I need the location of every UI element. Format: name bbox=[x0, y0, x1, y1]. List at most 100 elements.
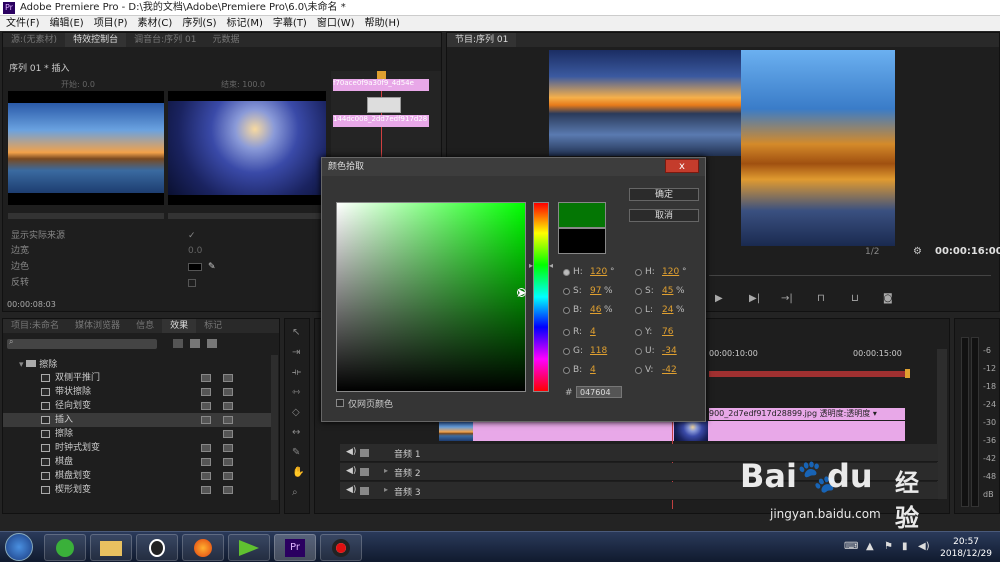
tab-info[interactable]: 信息 bbox=[128, 319, 162, 333]
sync-lock-icon[interactable] bbox=[360, 487, 369, 495]
ok-button[interactable]: 确定 bbox=[629, 188, 699, 201]
radio-hsl-s[interactable] bbox=[635, 288, 642, 295]
pen-tool-icon[interactable]: ✎ bbox=[292, 447, 300, 458]
transition-block[interactable] bbox=[367, 97, 401, 113]
bin-icon-yuv[interactable] bbox=[207, 339, 217, 348]
folder-wipe[interactable]: ▾ 擦除 bbox=[19, 357, 57, 370]
rolling-edit-tool-icon[interactable]: ⇿ bbox=[292, 387, 300, 398]
tab-effects[interactable]: 效果 bbox=[162, 319, 197, 333]
effects-scrollbar[interactable] bbox=[271, 355, 278, 500]
effect-item[interactable]: 楔形划变 bbox=[3, 483, 273, 497]
menu-marker[interactable]: 标记(M) bbox=[226, 16, 262, 31]
radio-bb[interactable] bbox=[563, 367, 570, 374]
taskbar-media-icon[interactable] bbox=[228, 534, 270, 561]
expand-arrow-icon[interactable]: ▾ bbox=[19, 360, 26, 370]
playhead-marker-icon[interactable] bbox=[377, 71, 386, 79]
insert-icon[interactable]: →| bbox=[781, 293, 793, 304]
menu-project[interactable]: 项目(P) bbox=[94, 16, 128, 31]
radio-g[interactable] bbox=[563, 348, 570, 355]
tab-effect-controls[interactable]: 特效控制台 bbox=[65, 33, 127, 47]
effects-search-input[interactable]: ⌕ bbox=[7, 337, 157, 349]
field-hsb-b[interactable]: 46 bbox=[590, 305, 601, 315]
reverse-checkbox[interactable] bbox=[188, 279, 196, 287]
menu-title[interactable]: 字幕(T) bbox=[273, 16, 307, 31]
hue-slider[interactable] bbox=[533, 202, 549, 392]
radio-u[interactable] bbox=[635, 348, 642, 355]
hex-input[interactable]: 047604 bbox=[576, 386, 622, 398]
step-forward-icon[interactable]: ▶| bbox=[749, 293, 760, 304]
track-select-tool-icon[interactable]: ⇥ bbox=[292, 347, 300, 358]
taskbar-explorer-icon[interactable] bbox=[90, 534, 132, 561]
radio-v[interactable] bbox=[635, 367, 642, 374]
speaker-icon[interactable]: ◀) bbox=[346, 466, 356, 476]
checkmark-icon[interactable]: ✓ bbox=[188, 230, 196, 242]
program-timecode[interactable]: 00:00:16:00 bbox=[935, 246, 1000, 257]
taskbar-clock[interactable]: 20:57 2018/12/29 bbox=[940, 536, 992, 560]
field-hsl-h[interactable]: 120 bbox=[662, 267, 679, 277]
wrench-icon[interactable]: ⚙ bbox=[913, 246, 922, 257]
bin-icon-32[interactable] bbox=[190, 339, 200, 348]
tray-flag-icon[interactable]: ⚑ bbox=[884, 541, 893, 552]
speaker-icon[interactable]: ◀) bbox=[346, 447, 356, 457]
sync-lock-icon[interactable] bbox=[360, 449, 369, 457]
expand-arrow-icon[interactable]: ▸ bbox=[384, 485, 388, 494]
speaker-icon[interactable]: ◀) bbox=[346, 485, 356, 495]
play-icon[interactable]: ▶ bbox=[715, 293, 723, 304]
field-yuv-u[interactable]: -34 bbox=[662, 346, 677, 356]
radio-r[interactable] bbox=[563, 329, 570, 336]
lift-icon[interactable]: ⊓ bbox=[817, 293, 825, 304]
program-scrub-bar[interactable] bbox=[709, 275, 991, 276]
zoom-tool-icon[interactable]: ⌕ bbox=[292, 487, 298, 498]
web-only-checkbox[interactable] bbox=[336, 399, 344, 407]
effect-item[interactable]: 擦除 bbox=[3, 427, 273, 441]
effect-item[interactable]: 棋盘 bbox=[3, 455, 273, 469]
effect-item-selected[interactable]: 插入 bbox=[3, 413, 273, 427]
camera-icon[interactable]: ◙ bbox=[883, 293, 893, 304]
saturation-brightness-field[interactable] bbox=[336, 202, 526, 392]
tab-audio-mixer[interactable]: 调音台:序列 01 bbox=[126, 33, 204, 47]
effect-item[interactable]: 时钟式划变 bbox=[3, 441, 273, 455]
tab-media-browser[interactable]: 媒体浏览器 bbox=[67, 319, 128, 333]
menu-sequence[interactable]: 序列(S) bbox=[182, 16, 216, 31]
taskbar-qq-icon[interactable] bbox=[136, 534, 178, 561]
expand-arrow-icon[interactable]: ▸ bbox=[384, 466, 388, 475]
effect-item[interactable]: 双侧平推门 bbox=[3, 371, 273, 385]
field-hsl-l[interactable]: 24 bbox=[662, 305, 673, 315]
radio-hsl-l[interactable] bbox=[635, 307, 642, 314]
radio-hsl-h[interactable] bbox=[635, 269, 642, 276]
selection-tool-icon[interactable]: ↖ bbox=[292, 327, 300, 338]
clip-label-bar[interactable]: 900_2d7edf917d28899.jpg 透明度:透明度 ▾ bbox=[709, 408, 905, 420]
field-hsb-s[interactable]: 97 bbox=[590, 286, 601, 296]
eyedropper-icon[interactable]: ✎ bbox=[208, 261, 216, 273]
border-color-swatch[interactable] bbox=[188, 263, 202, 271]
work-area-bar[interactable] bbox=[709, 371, 909, 377]
field-hsl-s[interactable]: 45 bbox=[662, 286, 673, 296]
extract-icon[interactable]: ⊔ bbox=[851, 293, 859, 304]
radio-y[interactable] bbox=[635, 329, 642, 336]
start-button[interactable] bbox=[5, 533, 33, 561]
zoom-select[interactable]: 1/2 bbox=[865, 247, 879, 257]
effect-item[interactable]: 棋盘划变 bbox=[3, 469, 273, 483]
taskbar-app-green-icon[interactable] bbox=[44, 534, 86, 561]
tab-markers[interactable]: 标记 bbox=[196, 319, 230, 333]
ripple-edit-tool-icon[interactable]: ⟛ bbox=[292, 367, 301, 378]
hand-tool-icon[interactable]: ✋ bbox=[292, 467, 304, 478]
mini-clip-b[interactable]: 144dc008_2dd7edf917d28 bbox=[333, 115, 429, 127]
menu-help[interactable]: 帮助(H) bbox=[365, 16, 400, 31]
tab-program[interactable]: 节目:序列 01 bbox=[447, 33, 517, 47]
razor-tool-icon[interactable]: ◇ bbox=[292, 407, 300, 418]
radio-s[interactable] bbox=[563, 288, 570, 295]
field-rgb-r[interactable]: 4 bbox=[590, 327, 596, 337]
menu-file[interactable]: 文件(F) bbox=[6, 16, 40, 31]
taskbar-premiere-icon[interactable]: Pr bbox=[274, 534, 316, 561]
radio-h[interactable] bbox=[563, 269, 570, 276]
menu-window[interactable]: 窗口(W) bbox=[317, 16, 355, 31]
effect-item[interactable]: 带状擦除 bbox=[3, 385, 273, 399]
field-rgb-g[interactable]: 118 bbox=[590, 346, 607, 356]
taskbar-firefox-icon[interactable] bbox=[182, 534, 224, 561]
tab-source[interactable]: 源:(无素材) bbox=[3, 33, 65, 47]
mini-clip-a[interactable]: f70ace0f9a30f9_4d54e bbox=[333, 79, 429, 91]
effect-controls-timecode[interactable]: 00:00:08:03 bbox=[7, 300, 56, 309]
tab-metadata[interactable]: 元数据 bbox=[204, 33, 247, 47]
cancel-button[interactable]: 取消 bbox=[629, 209, 699, 222]
